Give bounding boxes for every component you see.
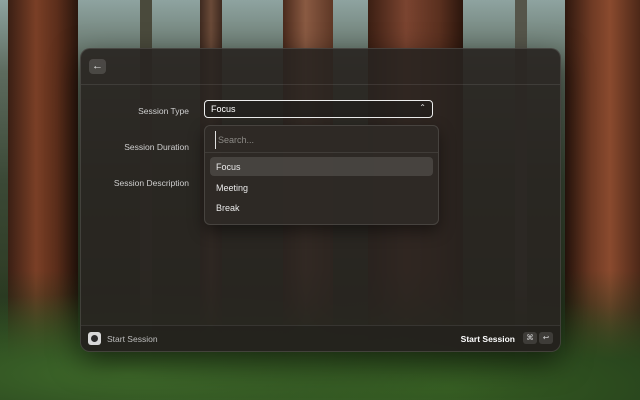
start-session-button[interactable]: Start Session [461,334,515,344]
session-type-dropdown: Focus Meeting Break [204,125,439,225]
option-meeting[interactable]: Meeting [210,178,433,197]
action-bar: Start Session Start Session ⌘ ↩ [81,325,560,351]
chevron-up-icon: ⌃ [419,103,426,112]
footer-title: Start Session [107,334,158,344]
option-focus[interactable]: Focus [210,157,433,176]
dropdown-search [205,126,438,153]
dropdown-search-input[interactable] [215,131,420,149]
return-key-icon: ↩ [539,332,553,344]
option-break[interactable]: Break [210,198,433,217]
arrow-left-icon: ← [92,60,103,72]
session-type-select[interactable]: Focus ⌃ [204,100,433,118]
session-description-label: Session Description [113,178,189,188]
session-type-value: Focus [211,104,236,114]
session-type-label: Session Type [138,106,189,116]
command-key-icon: ⌘ [523,332,537,344]
session-duration-label: Session Duration [124,142,189,152]
launcher-window: ← Session Type Focus ⌃ Session Duration … [80,48,561,352]
back-button[interactable]: ← [89,59,106,74]
app-icon [88,332,101,345]
window-header: ← [81,49,560,85]
